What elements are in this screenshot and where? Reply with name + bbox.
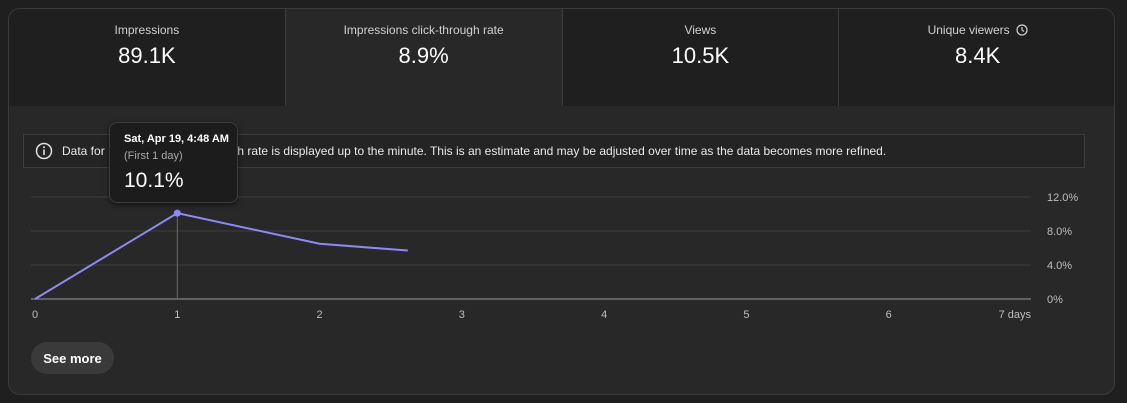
analytics-panel: Impressions 89.1K Impressions click-thro… bbox=[8, 8, 1115, 395]
tooltip-value: 10.1% bbox=[124, 169, 184, 192]
x-tick-label: 5 bbox=[743, 309, 749, 321]
y-tick-label: 12.0% bbox=[1047, 192, 1078, 204]
y-tick-label: 4.0% bbox=[1047, 260, 1072, 272]
see-more-button[interactable]: See more bbox=[31, 342, 114, 374]
x-tick-label: 4 bbox=[601, 309, 607, 321]
y-tick-label: 0% bbox=[1047, 294, 1063, 306]
x-tick-label: 6 bbox=[886, 309, 892, 321]
x-tick-label: 2 bbox=[317, 309, 323, 321]
tooltip-date: Sat, Apr 19, 4:48 AM bbox=[124, 133, 229, 145]
x-tick-label: 0 bbox=[32, 309, 38, 321]
chart-tooltip: Sat, Apr 19, 4:48 AM (First 1 day) 10.1% bbox=[109, 122, 238, 203]
data-point bbox=[173, 209, 181, 217]
y-tick-label: 8.0% bbox=[1047, 226, 1072, 238]
x-tick-label: 1 bbox=[174, 309, 180, 321]
tooltip-subtitle: (First 1 day) bbox=[124, 150, 183, 162]
x-tick-label: 7 days bbox=[999, 309, 1032, 321]
series-line bbox=[34, 212, 408, 300]
x-tick-label: 3 bbox=[459, 309, 465, 321]
